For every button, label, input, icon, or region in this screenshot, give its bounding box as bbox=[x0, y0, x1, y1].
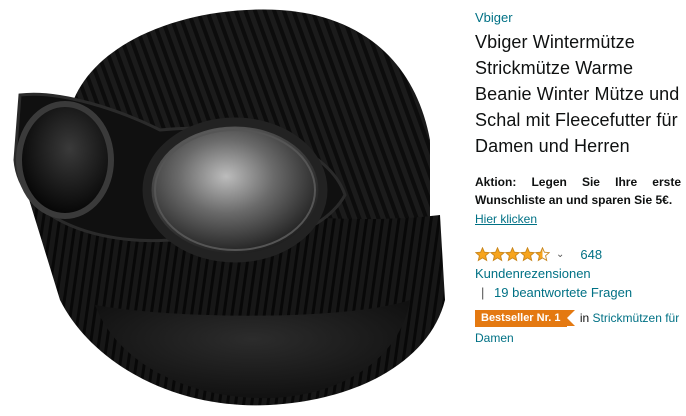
rating-stars[interactable] bbox=[475, 246, 550, 262]
product-title: Vbiger Wintermütze Strickmütze Warme Bea… bbox=[475, 32, 680, 156]
star-icon bbox=[505, 246, 520, 261]
bestseller-badge[interactable]: Bestseller Nr. 1 bbox=[475, 310, 574, 328]
bestseller-row: Bestseller Nr. 1 in Strickmützen für Dam… bbox=[475, 308, 681, 348]
product-image[interactable] bbox=[0, 0, 465, 416]
promo-link[interactable]: Hier klicken bbox=[475, 210, 537, 228]
separator: | bbox=[481, 285, 485, 300]
promo-text: Aktion: Legen Sie Ihre erste Wunschliste… bbox=[475, 175, 681, 207]
promo-box: Aktion: Legen Sie Ihre erste Wunschliste… bbox=[475, 173, 681, 228]
product-info: Vbiger Vbiger Wintermütze Strickmütze Wa… bbox=[475, 8, 681, 348]
bestseller-in-label: in bbox=[579, 311, 590, 325]
qa-row: | 19 beantwortete Fragen bbox=[475, 285, 681, 300]
rating-count-link[interactable]: 648 bbox=[580, 247, 602, 262]
rating-row: ⌄ 648 bbox=[475, 246, 681, 262]
star-icon bbox=[475, 246, 490, 261]
star-icon bbox=[535, 246, 550, 261]
beanie-image bbox=[13, 9, 445, 406]
answered-questions-link[interactable]: 19 beantwortete Fragen bbox=[494, 285, 632, 300]
brand-link[interactable]: Vbiger bbox=[475, 10, 681, 25]
star-icon bbox=[490, 246, 505, 261]
reviews-link[interactable]: Kundenrezensionen bbox=[475, 266, 681, 281]
star-icon bbox=[520, 246, 535, 261]
chevron-down-icon[interactable]: ⌄ bbox=[556, 249, 564, 260]
